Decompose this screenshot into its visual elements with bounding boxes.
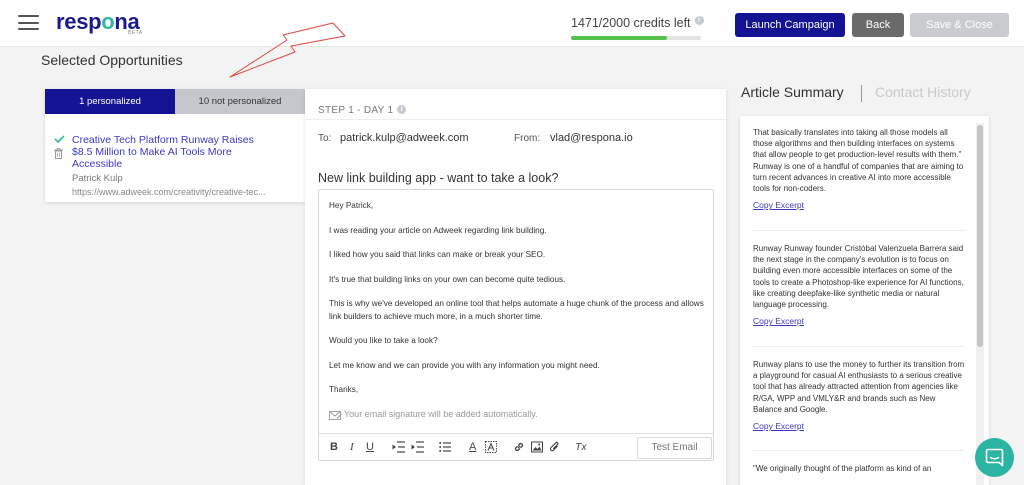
copy-excerpt-link[interactable]: Copy Excerpt [753,316,965,327]
body-paragraph: Let me know and we can provide you with … [329,360,600,370]
tab-separator [861,85,862,102]
credits-progress-fill [571,36,667,40]
italic-button[interactable]: I [350,440,354,454]
copy-excerpt-link[interactable]: Copy Excerpt [753,200,965,211]
tab-article-summary[interactable]: Article Summary [741,84,844,100]
info-icon[interactable]: i [694,16,704,25]
subject-field[interactable]: New link building app - want to take a l… [318,171,558,185]
copy-excerpt-link[interactable]: Copy Excerpt [753,421,965,432]
excerpt: Runway Runway founder Cristóbal Valenzue… [753,243,965,327]
divider [753,450,965,451]
annotation-arrow-icon [229,22,346,78]
body-paragraph: It's true that building links on your ow… [329,274,566,284]
email-editor-panel: STEP 1 - DAY 1i To: patrick.kulp@adweek.… [305,89,726,485]
email-body[interactable]: Hey Patrick, I was reading your article … [329,200,709,409]
signature-text: Your email signature will be added autom… [344,409,538,419]
excerpt-text: Runway plans to use the money to further… [753,360,965,414]
tab-not-personalized[interactable]: 10 not personalized [175,89,305,114]
step-text: STEP 1 - DAY 1 [318,105,394,116]
opportunity-title[interactable]: Creative Tech Platform Runway Raises $8.… [72,134,272,170]
excerpt-text: Runway Runway founder Cristóbal Valenzue… [753,244,964,310]
to-label: To: [318,133,332,144]
to-field[interactable]: patrick.kulp@adweek.com [340,132,469,144]
body-paragraph: I liked how you said that links can make… [329,250,546,259]
credits-text: 1471/2000 credits left [571,16,691,30]
trash-icon[interactable] [54,148,63,159]
respona-logo[interactable]: respona [56,9,140,35]
test-email-button[interactable]: Test Email [637,437,712,459]
save-close-button[interactable]: Save & Close [910,13,1009,37]
body-paragraph: Thanks, [329,385,359,394]
tab-personalized[interactable]: 1 personalized [45,89,175,114]
bold-button[interactable]: B [330,440,338,454]
back-button[interactable]: Back [852,13,904,37]
divider [753,346,965,347]
body-paragraph: This is why we've developed an online to… [329,299,704,321]
excerpt-text: "We originally thought of the platform a… [753,464,932,473]
opportunities-card: 1 personalized 10 not personalized Creat… [45,89,305,202]
credits-counter: 1471/2000 credits left i [571,16,704,30]
step-label: STEP 1 - DAY 1i [318,105,407,116]
excerpt-text: That basically translates into taking al… [753,128,964,194]
launch-campaign-button[interactable]: Launch Campaign [735,13,845,37]
email-body-editor[interactable]: Hey Patrick, I was reading your article … [318,189,714,461]
signature-note: Your email signature will be added autom… [329,409,538,420]
opportunity-author: Patrick Kulp [72,173,123,184]
indent-icon[interactable] [411,440,424,454]
opportunity-item[interactable]: Creative Tech Platform Runway Raises $8.… [45,114,305,197]
page-title: Selected Opportunities [41,52,183,68]
text-color-button[interactable]: A [469,440,476,454]
excerpt: That basically translates into taking al… [753,127,965,211]
from-label: From: [514,133,541,144]
opportunity-url: https://www.adweek.com/creativity/creati… [72,187,266,197]
divider [305,119,726,120]
step-info-icon[interactable]: i [397,105,407,114]
body-paragraph: Hey Patrick, [329,201,374,210]
body-paragraph: I was reading your article on Adweek reg… [329,225,547,235]
menu-icon[interactable] [18,15,39,30]
scrollbar-thumb[interactable] [977,125,983,347]
scrollbar[interactable] [976,123,984,485]
outdent-icon[interactable] [392,440,405,454]
image-icon[interactable] [531,440,543,454]
from-field[interactable]: vlad@respona.io [550,132,633,144]
formatting-toolbar: B I U A Tx Test Email [319,433,713,461]
excerpt: "We originally thought of the platform a… [753,463,965,474]
article-summary-panel: That basically translates into taking al… [740,116,989,485]
attachment-icon[interactable] [549,440,560,454]
beta-label: BETA [128,30,143,36]
highlight-icon[interactable] [485,440,497,454]
bullet-list-icon[interactable] [439,440,451,454]
underline-button[interactable]: U [366,440,374,454]
credits-progress-bar [571,36,701,40]
clear-format-button[interactable]: Tx [575,440,587,454]
chat-support-button[interactable] [975,438,1014,477]
opportunity-tabs: 1 personalized 10 not personalized [45,89,305,114]
body-paragraph: Would you like to take a look? [329,336,438,345]
link-icon[interactable] [513,440,525,454]
check-icon [54,135,65,143]
tab-contact-history[interactable]: Contact History [875,84,971,100]
top-bar: respona BETA 1471/2000 credits left i Lau… [0,0,1024,47]
chat-icon [985,448,1004,467]
excerpt: Runway plans to use the money to further… [753,359,965,432]
signature-icon [329,410,342,420]
divider [753,230,965,231]
